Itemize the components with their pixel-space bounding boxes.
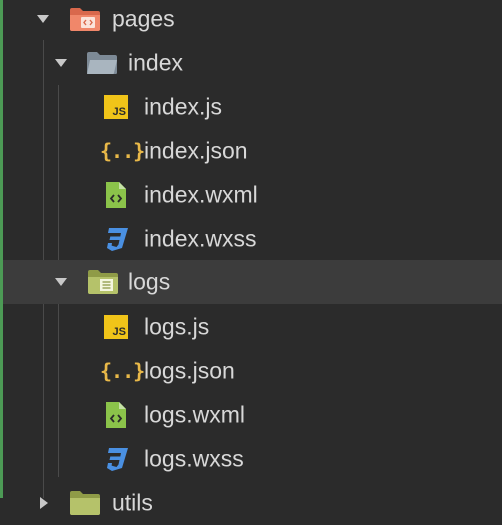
file-label: index.js — [144, 93, 222, 120]
tree-file-logs-wxss[interactable]: logs.wxss — [3, 437, 502, 481]
tree-file-index-wxml[interactable]: index.wxml — [3, 173, 502, 217]
tree-folder-logs[interactable]: logs — [3, 260, 502, 304]
wxml-file-icon — [106, 402, 126, 428]
tree-file-index-js[interactable]: JS index.js — [3, 85, 502, 129]
collapsed-arrow-icon[interactable] — [40, 497, 48, 509]
json-braces-icon: {..} — [100, 139, 145, 163]
file-label: logs.wxss — [144, 445, 244, 472]
tree-folder-utils[interactable]: utils — [3, 481, 502, 525]
file-label: logs.json — [144, 357, 235, 384]
file-label: logs.wxml — [144, 401, 245, 428]
expanded-arrow-icon[interactable] — [55, 59, 67, 67]
expanded-arrow-icon[interactable] — [37, 15, 49, 23]
tree-file-index-wxss[interactable]: index.wxss — [3, 217, 502, 261]
folder-open-icon — [87, 52, 117, 74]
wxml-file-icon — [106, 182, 126, 208]
file-label: index.json — [144, 137, 248, 164]
folder-label: index — [128, 49, 183, 76]
css3-icon — [107, 228, 128, 251]
pages-folder-icon — [70, 8, 100, 31]
js-file-icon: JS — [104, 95, 128, 119]
expanded-arrow-icon[interactable] — [55, 278, 67, 286]
folder-icon — [70, 491, 100, 515]
tree-file-logs-wxml[interactable]: logs.wxml — [3, 393, 502, 437]
logs-folder-icon — [88, 270, 118, 294]
tree-folder-index[interactable]: index — [3, 41, 502, 85]
json-braces-icon: {..} — [100, 359, 145, 383]
css3-icon — [107, 448, 128, 471]
tree-file-index-json[interactable]: {..} index.json — [3, 129, 502, 173]
file-label: index.wxss — [144, 225, 257, 252]
js-file-icon: JS — [104, 315, 128, 339]
tree-file-logs-json[interactable]: {..} logs.json — [3, 349, 502, 393]
folder-label: pages — [112, 5, 175, 32]
tree-file-logs-js[interactable]: JS logs.js — [3, 305, 502, 349]
file-label: logs.js — [144, 313, 210, 340]
tree-folder-pages[interactable]: pages — [3, 0, 502, 41]
folder-label: utils — [112, 489, 153, 516]
folder-label: logs — [128, 268, 171, 295]
file-label: index.wxml — [144, 181, 258, 208]
